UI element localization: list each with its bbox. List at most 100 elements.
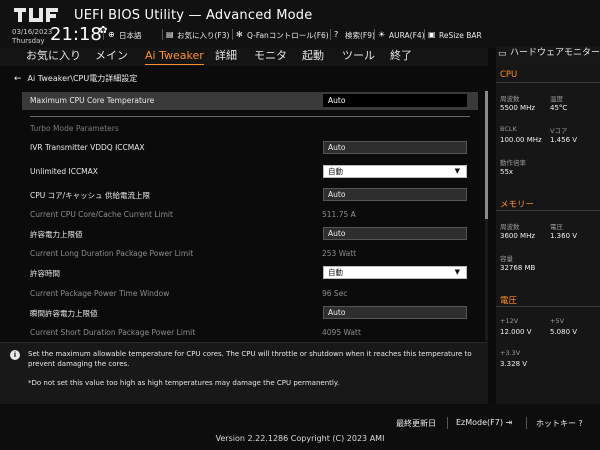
setting-label: 許容電力上限値 bbox=[30, 230, 83, 239]
language-button[interactable]: ⊕ 日本語 bbox=[108, 30, 142, 40]
setting-label: Maximum CPU Core Temperature bbox=[30, 96, 155, 105]
help-panel: i Set the maximum allowable temperature … bbox=[0, 342, 488, 404]
info-icon: i bbox=[10, 350, 20, 360]
date-display: 03/16/2023 Thursday bbox=[12, 28, 52, 46]
cpu-temp-value: 45°C bbox=[550, 104, 568, 112]
cpu-freq-label: 周波数 bbox=[500, 95, 520, 103]
v33-value: 3.328 V bbox=[500, 360, 528, 368]
info-row-time-window: Current Package Power Time Window 96 Sec bbox=[22, 285, 478, 303]
cpu-freq-value: 5500 MHz bbox=[500, 104, 536, 112]
resize-bar-button[interactable]: ▣ ReSize BAR bbox=[428, 30, 482, 40]
info-value: 4095 Watt bbox=[322, 328, 361, 337]
mem-volt-value: 1.360 V bbox=[550, 232, 578, 240]
globe-icon: ⊕ bbox=[108, 30, 115, 39]
main-tabs: お気に入り メイン Ai Tweaker 詳細 モニタ 起動 ツール 終了 bbox=[0, 48, 488, 66]
breadcrumb[interactable]: ← Ai Tweaker\CPU電力詳細設定 bbox=[14, 73, 137, 84]
search-label: 検索(F9) bbox=[345, 30, 375, 40]
hardware-monitor-header: ▭ ハードウェアモニター bbox=[496, 46, 600, 68]
separator bbox=[232, 29, 233, 40]
ivr-vddq-input[interactable]: Auto bbox=[323, 141, 467, 154]
search-icon: ? bbox=[334, 30, 339, 39]
vcore-label: Vコア bbox=[550, 127, 568, 135]
mem-freq-value: 3600 MHz bbox=[500, 232, 536, 240]
info-label: Current Short Duration Package Power Lim… bbox=[30, 328, 196, 337]
tab-monitor[interactable]: モニタ bbox=[254, 48, 287, 66]
mem-volt-label: 電圧 bbox=[550, 223, 563, 231]
tab-advanced[interactable]: 詳細 bbox=[215, 48, 237, 66]
search-button[interactable]: ? 検索(F9) bbox=[334, 30, 375, 40]
time-window-dropdown[interactable]: 自動 ▼ bbox=[323, 266, 467, 279]
separator bbox=[330, 29, 331, 40]
qfan-button[interactable]: ✻ Q-Fanコントロール(F6) bbox=[236, 30, 329, 40]
mem-capacity-label: 容量 bbox=[500, 255, 513, 263]
aura-button[interactable]: ☀ AURA(F4) bbox=[378, 30, 425, 40]
separator bbox=[447, 417, 448, 429]
separator bbox=[374, 29, 375, 40]
setting-label: 許容時間 bbox=[30, 269, 60, 278]
cpu-temp-label: 温度 bbox=[550, 95, 563, 103]
info-label: Current Long Duration Package Power Limi… bbox=[30, 249, 194, 258]
separator bbox=[162, 29, 163, 40]
v33-label: +3.3V bbox=[500, 349, 521, 357]
resize-bar-icon: ▣ bbox=[428, 30, 436, 39]
setting-row-time-window[interactable]: 許容時間 自動 ▼ bbox=[22, 264, 478, 282]
section-header-label: Turbo Mode Parameters bbox=[30, 124, 119, 133]
power-limit-input[interactable]: Auto bbox=[323, 227, 467, 240]
footer-bar: 最終更新日 EzMode(F7) ⇥ ホットキー ? Version 2.22.… bbox=[0, 404, 600, 450]
aura-label: AURA(F4) bbox=[389, 30, 425, 40]
info-row-long-duration: Current Long Duration Package Power Limi… bbox=[22, 245, 478, 263]
setting-label: CPU コア/キャッシュ 供給電流上限 bbox=[30, 191, 151, 200]
max-cpu-temp-input[interactable]: Auto bbox=[323, 94, 467, 107]
bclk-value: 100.00 MHz bbox=[500, 136, 542, 144]
core-cache-limit-input[interactable]: Auto bbox=[323, 188, 467, 201]
setting-row-ivr-vddq[interactable]: IVR Transmitter VDDQ ICCMAX Auto bbox=[22, 139, 478, 157]
setting-row-max-cpu-temp[interactable]: Maximum CPU Core Temperature Auto bbox=[22, 92, 478, 110]
header-bar: UEFI BIOS Utility — Advanced Mode 03/16/… bbox=[0, 0, 600, 48]
favorites-button[interactable]: ▤ お気に入り(F3) bbox=[166, 30, 229, 40]
divider bbox=[30, 116, 470, 117]
version-text: Version 2.22.1286 Copyright (C) 2023 AMI bbox=[215, 434, 385, 443]
separator bbox=[103, 29, 104, 40]
info-value: 511.75 A bbox=[322, 210, 356, 219]
back-arrow-icon[interactable]: ← bbox=[14, 74, 22, 84]
info-label: Current CPU Core/Cache Current Limit bbox=[30, 210, 173, 219]
scrollbar-thumb[interactable] bbox=[485, 91, 488, 219]
setting-row-core-cache-limit[interactable]: CPU コア/キャッシュ 供給電流上限 Auto bbox=[22, 186, 478, 204]
tab-boot[interactable]: 起動 bbox=[302, 48, 324, 66]
separator bbox=[424, 29, 425, 40]
v5-label: +5V bbox=[550, 317, 565, 325]
clock-time: 21:18 bbox=[50, 24, 102, 45]
info-row-core-cache-current: Current CPU Core/Cache Current Limit 511… bbox=[22, 206, 478, 224]
exit-arrow-icon: ⇥ bbox=[505, 418, 513, 427]
hotkeys-label: ホットキー bbox=[536, 419, 576, 428]
setting-row-short-power-limit[interactable]: 瞬間許容電力上限値 Auto bbox=[22, 304, 478, 322]
ezmode-button[interactable]: EzMode(F7) ⇥ bbox=[456, 418, 512, 427]
tab-main[interactable]: メイン bbox=[95, 48, 128, 66]
setting-label: IVR Transmitter VDDQ ICCMAX bbox=[30, 143, 145, 152]
tab-exit[interactable]: 終了 bbox=[390, 48, 412, 66]
short-power-limit-input[interactable]: Auto bbox=[323, 306, 467, 319]
hardware-monitor-panel: CPU 周波数 5500 MHz 温度 45°C BCLK 100.00 MHz… bbox=[496, 68, 600, 404]
info-row-short-duration: Current Short Duration Package Power Lim… bbox=[22, 324, 478, 342]
aura-icon: ☀ bbox=[378, 30, 386, 39]
unlimited-iccmax-dropdown[interactable]: 自動 ▼ bbox=[323, 165, 467, 178]
help-text: Set the maximum allowable temperature fo… bbox=[28, 350, 472, 368]
breadcrumb-path: Ai Tweaker\CPU電力詳細設定 bbox=[27, 74, 138, 83]
help-warning: *Do not set this value too high as high … bbox=[28, 379, 340, 387]
setting-row-unlimited-iccmax[interactable]: Unlimited ICCMAX 自動 ▼ bbox=[22, 163, 478, 181]
setting-row-power-limit[interactable]: 許容電力上限値 Auto bbox=[22, 225, 478, 243]
last-modified-button[interactable]: 最終更新日 bbox=[396, 418, 436, 429]
tab-ai-tweaker[interactable]: Ai Tweaker bbox=[145, 48, 204, 66]
resize-bar-label: ReSize BAR bbox=[439, 30, 482, 40]
tab-favorites[interactable]: お気に入り bbox=[26, 48, 81, 66]
ratio-label: 動作倍率 bbox=[500, 159, 526, 167]
monitor-icon: ▭ bbox=[498, 49, 507, 59]
mem-freq-label: 周波数 bbox=[500, 223, 520, 231]
tab-tool[interactable]: ツール bbox=[342, 48, 375, 66]
language-label: 日本語 bbox=[119, 30, 142, 40]
hotkeys-button[interactable]: ホットキー ? bbox=[536, 418, 583, 429]
divider bbox=[496, 82, 600, 83]
app-title: UEFI BIOS Utility — Advanced Mode bbox=[74, 8, 313, 23]
cpu-section-title: CPU bbox=[500, 70, 518, 80]
bclk-label: BCLK bbox=[500, 125, 517, 133]
